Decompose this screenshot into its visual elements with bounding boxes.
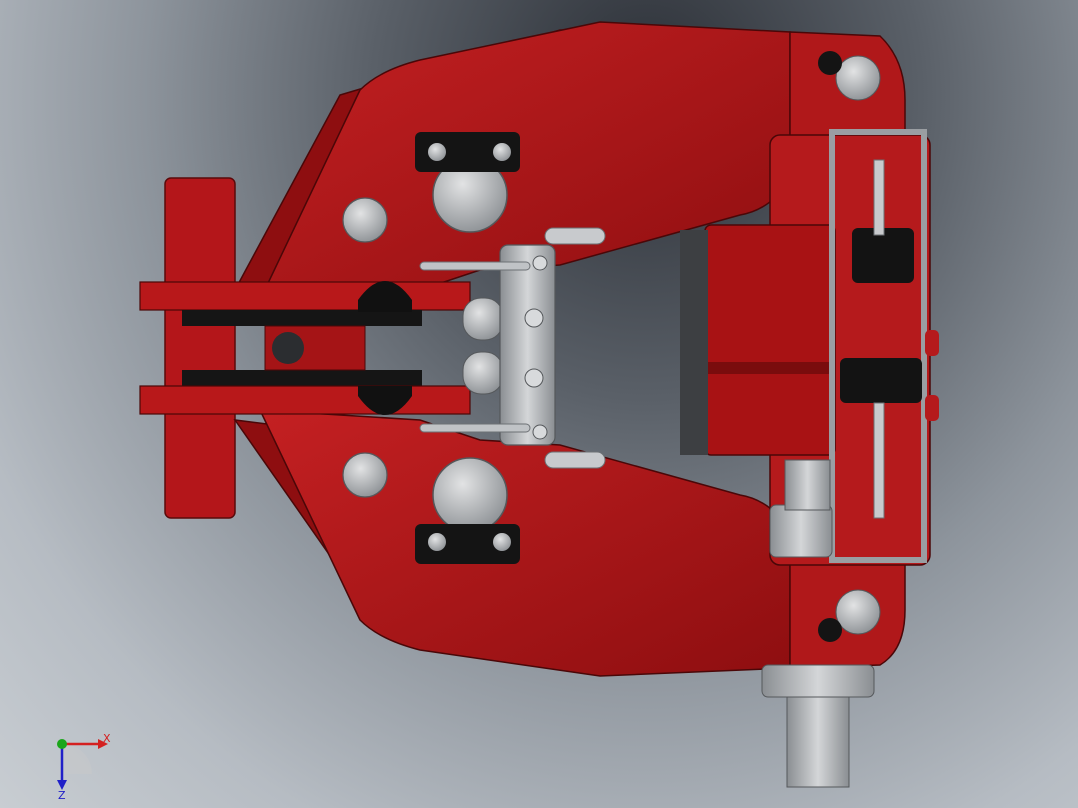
lower-handle [544,451,606,469]
upper-small-pin [342,197,388,243]
hex-nut-side [769,504,833,558]
upper-roller [462,297,504,341]
upper-probe [873,159,885,236]
coordinate-triad-icon: X Z [57,732,111,800]
cylinder-backplate [680,230,708,455]
fitting-thread [784,459,831,511]
center-hole [272,332,304,364]
upper-pad [182,310,422,326]
center-link-plate [499,244,556,446]
lower-probe [873,402,885,519]
upper-handle [544,227,606,245]
left-mount-plate [164,177,236,519]
z-axis-label: Z [58,789,66,800]
lower-tie-rod [419,423,531,433]
upper-shoe [139,281,471,311]
3d-viewport[interactable]: X Z [0,0,1078,808]
lower-switch [840,358,922,403]
bottom-corner-bolt [818,618,842,642]
lower-small-pin [342,452,388,498]
brake-caliper-model[interactable] [0,0,1078,808]
lower-pivot-pin [432,457,508,533]
lower-shoe [139,385,471,415]
upper-switch [852,228,914,283]
x-axis-label: X [103,732,111,745]
lower-pad [182,370,422,386]
top-corner-bolt [818,51,842,75]
top-corner-roller [835,55,881,101]
bottom-hex-nut [761,664,875,698]
lower-roller [462,351,504,395]
bottom-stem [786,696,850,788]
upper-tie-rod [419,261,531,271]
cylinder-band [705,362,835,374]
actuator-cylinder [704,224,836,456]
bottom-corner-roller [835,589,881,635]
